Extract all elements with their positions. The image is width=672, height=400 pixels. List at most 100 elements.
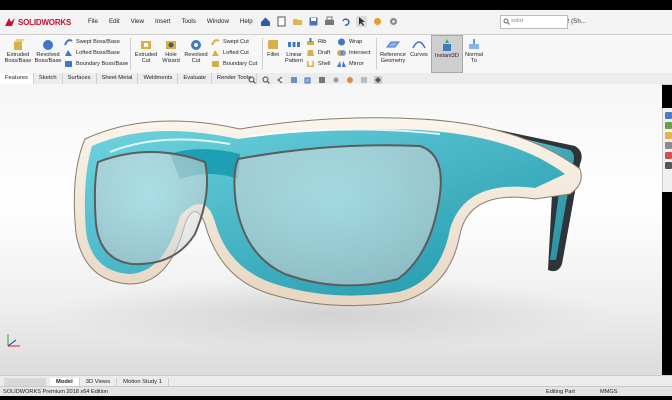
draft-icon (306, 49, 315, 57)
fillet-button[interactable]: Fillet (264, 38, 282, 58)
extruded-boss-button[interactable]: Extruded Boss/Base (3, 38, 33, 65)
tab-surfaces[interactable]: Surfaces (63, 73, 97, 84)
revolved-boss-icon (41, 38, 55, 51)
draft-button[interactable]: Draft (306, 49, 330, 57)
reference-geometry-label: Reference Geometry (380, 52, 406, 65)
hole-wizard-label: Hole Wizard (162, 52, 180, 65)
status-unit-system[interactable]: MMGS (600, 389, 617, 395)
appearances-icon[interactable] (664, 152, 672, 159)
curves-button[interactable]: Curves (408, 38, 430, 58)
mirror-button[interactable]: Mirror (337, 60, 364, 68)
display-style-icon[interactable] (318, 76, 326, 84)
tab-evaluate[interactable]: Evaluate (178, 73, 212, 84)
menu-help[interactable]: Help (240, 18, 253, 25)
extruded-cut-button[interactable]: Extruded Cut (133, 38, 159, 65)
graphics-area[interactable] (0, 84, 662, 375)
tab-motion-study-1[interactable]: Motion Study 1 (117, 377, 169, 386)
swept-cut-button[interactable]: Swept Cut (211, 38, 249, 46)
tab-weldments[interactable]: Weldments (138, 73, 179, 84)
lofted-boss-label: Lofted Boss/Base (76, 50, 120, 56)
hole-wizard-button[interactable]: Hole Wizard (158, 38, 184, 65)
search-icon (503, 18, 510, 25)
instant3d-button[interactable]: Instant3D (431, 35, 463, 73)
file-explorer-icon[interactable] (664, 132, 672, 139)
reference-geometry-button[interactable]: Reference Geometry (378, 38, 408, 65)
linear-pattern-button[interactable]: Linear Pattern (282, 38, 306, 65)
swept-cut-icon (211, 38, 220, 46)
revolved-boss-button[interactable]: Revolved Boss/Base (33, 38, 63, 65)
menu-bar: File Edit View Insert Tools Window Help (88, 18, 253, 25)
menu-insert[interactable]: Insert (155, 18, 170, 25)
hide-show-items-icon[interactable] (332, 76, 340, 84)
status-editing-mode: Editing Part (546, 389, 575, 395)
intersect-button[interactable]: Intersect (337, 49, 370, 57)
undo-icon[interactable] (340, 16, 351, 27)
wrap-button[interactable]: Wrap (337, 38, 362, 46)
normal-to-button[interactable]: Normal To (462, 38, 486, 65)
menu-view[interactable]: View (131, 18, 144, 25)
intersect-icon (337, 49, 346, 57)
extruded-boss-label: Extruded Boss/Base (4, 52, 32, 65)
apply-scene-icon[interactable] (360, 76, 368, 84)
shell-button[interactable]: Shell (306, 60, 330, 68)
swept-boss-button[interactable]: Swept Boss/Base (64, 38, 120, 46)
rib-label: Rib (318, 39, 327, 45)
solidworks-resources-icon[interactable] (664, 112, 672, 119)
solidworks-logo[interactable]: SOLIDWORKS (4, 16, 71, 28)
fillet-label: Fillet (267, 52, 279, 58)
lofted-boss-button[interactable]: Lofted Boss/Base (64, 49, 120, 57)
home-icon[interactable] (260, 16, 271, 27)
normal-to-label: Normal To (464, 52, 484, 65)
lofted-cut-button[interactable]: Lofted Cut (211, 49, 249, 57)
tab-sketch[interactable]: Sketch (34, 73, 63, 84)
boundary-cut-button[interactable]: Boundary Cut (211, 60, 257, 68)
instant3d-label: Instant3D (435, 53, 459, 59)
view-orientation-icon[interactable] (304, 76, 312, 84)
print-icon[interactable] (324, 16, 335, 27)
menu-window[interactable]: Window (207, 18, 229, 25)
lofted-cut-label: Lofted Cut (223, 50, 249, 56)
tab-sheet-metal[interactable]: Sheet Metal (97, 73, 139, 84)
zoom-area-icon[interactable] (262, 76, 270, 84)
lofted-cut-icon (211, 49, 220, 57)
wrap-icon (337, 38, 346, 46)
linear-pattern-icon (287, 38, 301, 51)
new-document-icon[interactable] (276, 16, 287, 27)
zoom-to-fit-icon[interactable] (248, 76, 256, 84)
menu-tools[interactable]: Tools (181, 18, 195, 25)
design-library-icon[interactable] (664, 122, 672, 129)
revolved-cut-icon (189, 38, 203, 51)
quick-access-toolbar (260, 16, 399, 27)
view-palette-icon[interactable] (664, 142, 672, 149)
tab-features[interactable]: Features (0, 73, 34, 84)
fillet-icon (266, 38, 280, 51)
tab-3d-views[interactable]: 3D Views (80, 377, 118, 386)
extruded-cut-label: Extruded Cut (134, 52, 158, 65)
open-folder-icon[interactable] (292, 16, 303, 27)
rebuild-icon[interactable] (372, 16, 383, 27)
boundary-boss-button[interactable]: Boundary Boss/Base (64, 60, 128, 68)
wrap-label: Wrap (349, 39, 363, 45)
previous-view-icon[interactable] (276, 76, 284, 84)
shell-label: Shell (318, 61, 331, 67)
revolved-cut-button[interactable]: Revolved Cut (183, 38, 209, 65)
tab-model[interactable]: Model (50, 377, 80, 386)
view-settings-icon[interactable] (374, 76, 382, 84)
search-input[interactable]: solid (500, 15, 568, 29)
options-gear-icon[interactable] (388, 16, 399, 27)
heads-up-view-toolbar (248, 76, 382, 84)
tab-scroll-controls[interactable] (4, 377, 46, 386)
menu-edit[interactable]: Edit (109, 18, 120, 25)
save-icon[interactable] (308, 16, 319, 27)
shell-icon (306, 60, 315, 68)
status-product-version: SOLIDWORKS Premium 2018 x64 Edition (3, 389, 109, 395)
curves-label: Curves (410, 52, 428, 58)
custom-properties-icon[interactable] (664, 162, 672, 169)
menu-file[interactable]: File (88, 18, 98, 25)
edit-appearance-icon[interactable] (346, 76, 354, 84)
section-view-icon[interactable] (290, 76, 298, 84)
select-arrow-icon[interactable] (356, 16, 367, 27)
command-manager-ribbon: Extruded Boss/Base Revolved Boss/Base Sw… (0, 35, 672, 74)
eyewear-model[interactable] (0, 84, 662, 375)
rib-button[interactable]: Rib (306, 38, 326, 46)
